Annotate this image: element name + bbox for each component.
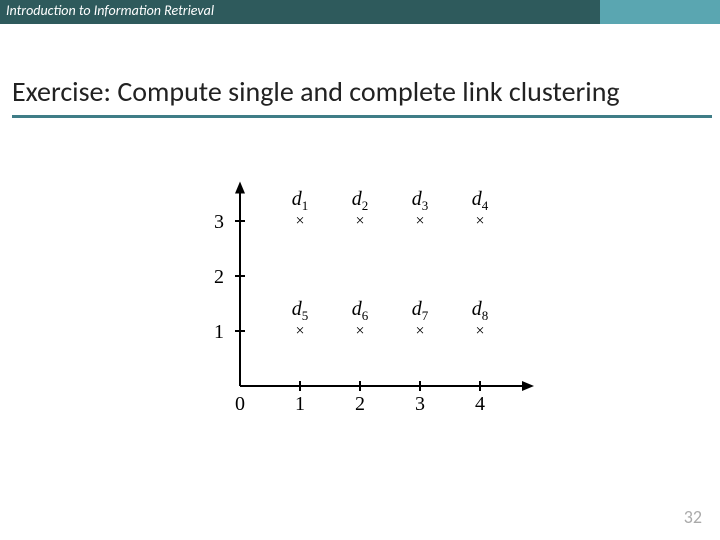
title-underline xyxy=(12,115,712,118)
svg-text:d4: d4 xyxy=(472,188,489,213)
svg-text:×: × xyxy=(295,323,304,340)
header-accent xyxy=(600,0,720,24)
title-area: Exercise: Compute single and complete li… xyxy=(0,24,720,126)
svg-text:d5: d5 xyxy=(292,298,309,323)
body-area: 01234123×d1×d2×d3×d4×d5×d6×d7×d8 xyxy=(0,126,720,426)
svg-text:×: × xyxy=(415,323,424,340)
svg-text:d7: d7 xyxy=(412,298,429,323)
svg-text:d1: d1 xyxy=(292,188,309,213)
svg-text:0: 0 xyxy=(235,393,245,415)
svg-text:d2: d2 xyxy=(352,188,369,213)
svg-text:1: 1 xyxy=(214,321,224,343)
svg-text:2: 2 xyxy=(355,393,365,415)
svg-text:×: × xyxy=(295,213,304,230)
svg-text:3: 3 xyxy=(415,393,425,415)
svg-text:d3: d3 xyxy=(412,188,429,213)
svg-text:3: 3 xyxy=(214,211,224,233)
slide-title: Exercise: Compute single and complete li… xyxy=(12,74,708,109)
chart-svg: 01234123×d1×d2×d3×d4×d5×d6×d7×d8 xyxy=(180,156,540,426)
svg-text:d6: d6 xyxy=(352,298,369,323)
svg-text:×: × xyxy=(355,213,364,230)
scatter-plot: 01234123×d1×d2×d3×d4×d5×d6×d7×d8 xyxy=(180,156,540,426)
header-course-title: Introduction to Information Retrieval xyxy=(0,0,220,24)
page-number: 32 xyxy=(684,506,702,528)
svg-text:×: × xyxy=(355,323,364,340)
header-bar: Introduction to Information Retrieval xyxy=(0,0,720,24)
svg-text:4: 4 xyxy=(475,393,485,415)
svg-text:×: × xyxy=(475,213,484,230)
svg-text:1: 1 xyxy=(295,393,305,415)
svg-text:×: × xyxy=(415,213,424,230)
svg-text:2: 2 xyxy=(214,266,224,288)
svg-text:d8: d8 xyxy=(472,298,489,323)
svg-text:×: × xyxy=(475,323,484,340)
